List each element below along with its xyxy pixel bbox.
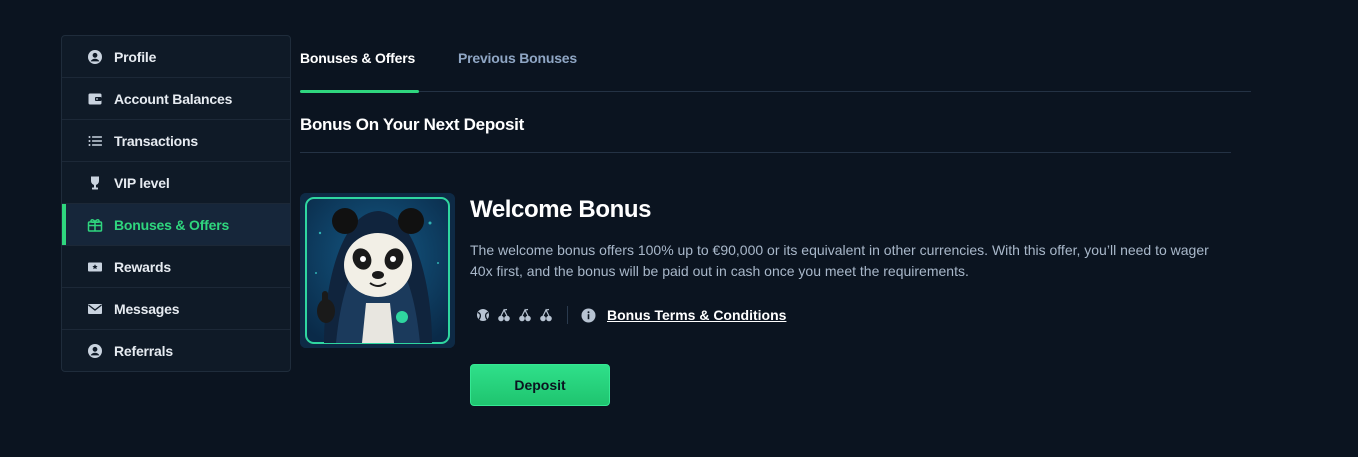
bonus-title: Welcome Bonus — [470, 196, 652, 223]
trophy-icon — [86, 174, 104, 192]
sidebar-item-account-balances[interactable]: Account Balances — [62, 78, 290, 120]
sidebar-item-profile[interactable]: Profile — [62, 36, 290, 78]
wallet-icon — [86, 90, 104, 108]
bonus-tabs: Bonuses & Offers Previous Bonuses — [300, 35, 1251, 93]
envelope-icon — [86, 300, 104, 318]
user-circle-icon — [86, 342, 104, 360]
sidebar-item-referrals[interactable]: Referrals — [62, 330, 290, 371]
meta-divider — [567, 306, 568, 324]
sports-ball-icon — [475, 307, 491, 323]
sidebar-item-label: VIP level — [114, 174, 170, 191]
info-icon[interactable] — [580, 307, 596, 323]
sidebar-item-label: Transactions — [114, 132, 198, 149]
gift-icon — [86, 216, 104, 234]
ticket-star-icon — [86, 258, 104, 276]
cherries-icon — [517, 307, 533, 323]
list-icon — [86, 132, 104, 150]
sidebar-item-transactions[interactable]: Transactions — [62, 120, 290, 162]
tab-previous-bonuses[interactable]: Previous Bonuses — [458, 50, 577, 66]
page-root: Profile Account Balances Transactions VI… — [0, 0, 1358, 457]
sidebar-item-label: Bonuses & Offers — [114, 216, 230, 233]
account-sidebar: Profile Account Balances Transactions VI… — [61, 35, 291, 372]
bonus-terms-link[interactable]: Bonus Terms & Conditions — [607, 307, 786, 323]
sidebar-item-vip-level[interactable]: VIP level — [62, 162, 290, 204]
section-title: Bonus On Your Next Deposit — [300, 115, 524, 134]
bonus-meta-row: Bonus Terms & Conditions — [475, 305, 786, 325]
deposit-button[interactable]: Deposit — [470, 364, 610, 406]
sidebar-item-messages[interactable]: Messages — [62, 288, 290, 330]
sidebar-item-label: Messages — [114, 300, 180, 317]
sidebar-item-rewards[interactable]: Rewards — [62, 246, 290, 288]
sidebar-item-label: Rewards — [114, 258, 171, 275]
sidebar-item-label: Account Balances — [114, 90, 233, 107]
active-tab-indicator — [300, 90, 419, 93]
bonus-image-panda — [300, 193, 455, 348]
bonus-description: The welcome bonus offers 100% up to €90,… — [470, 242, 1209, 279]
sidebar-item-label: Profile — [114, 48, 157, 65]
section-divider — [300, 152, 1231, 153]
user-circle-icon — [86, 48, 104, 66]
sidebar-item-label: Referrals — [114, 343, 173, 359]
cherries-icon — [496, 307, 512, 323]
sidebar-item-bonuses-offers[interactable]: Bonuses & Offers — [62, 204, 290, 246]
cherries-icon — [538, 307, 554, 323]
tab-bonuses-offers[interactable]: Bonuses & Offers — [300, 50, 415, 66]
